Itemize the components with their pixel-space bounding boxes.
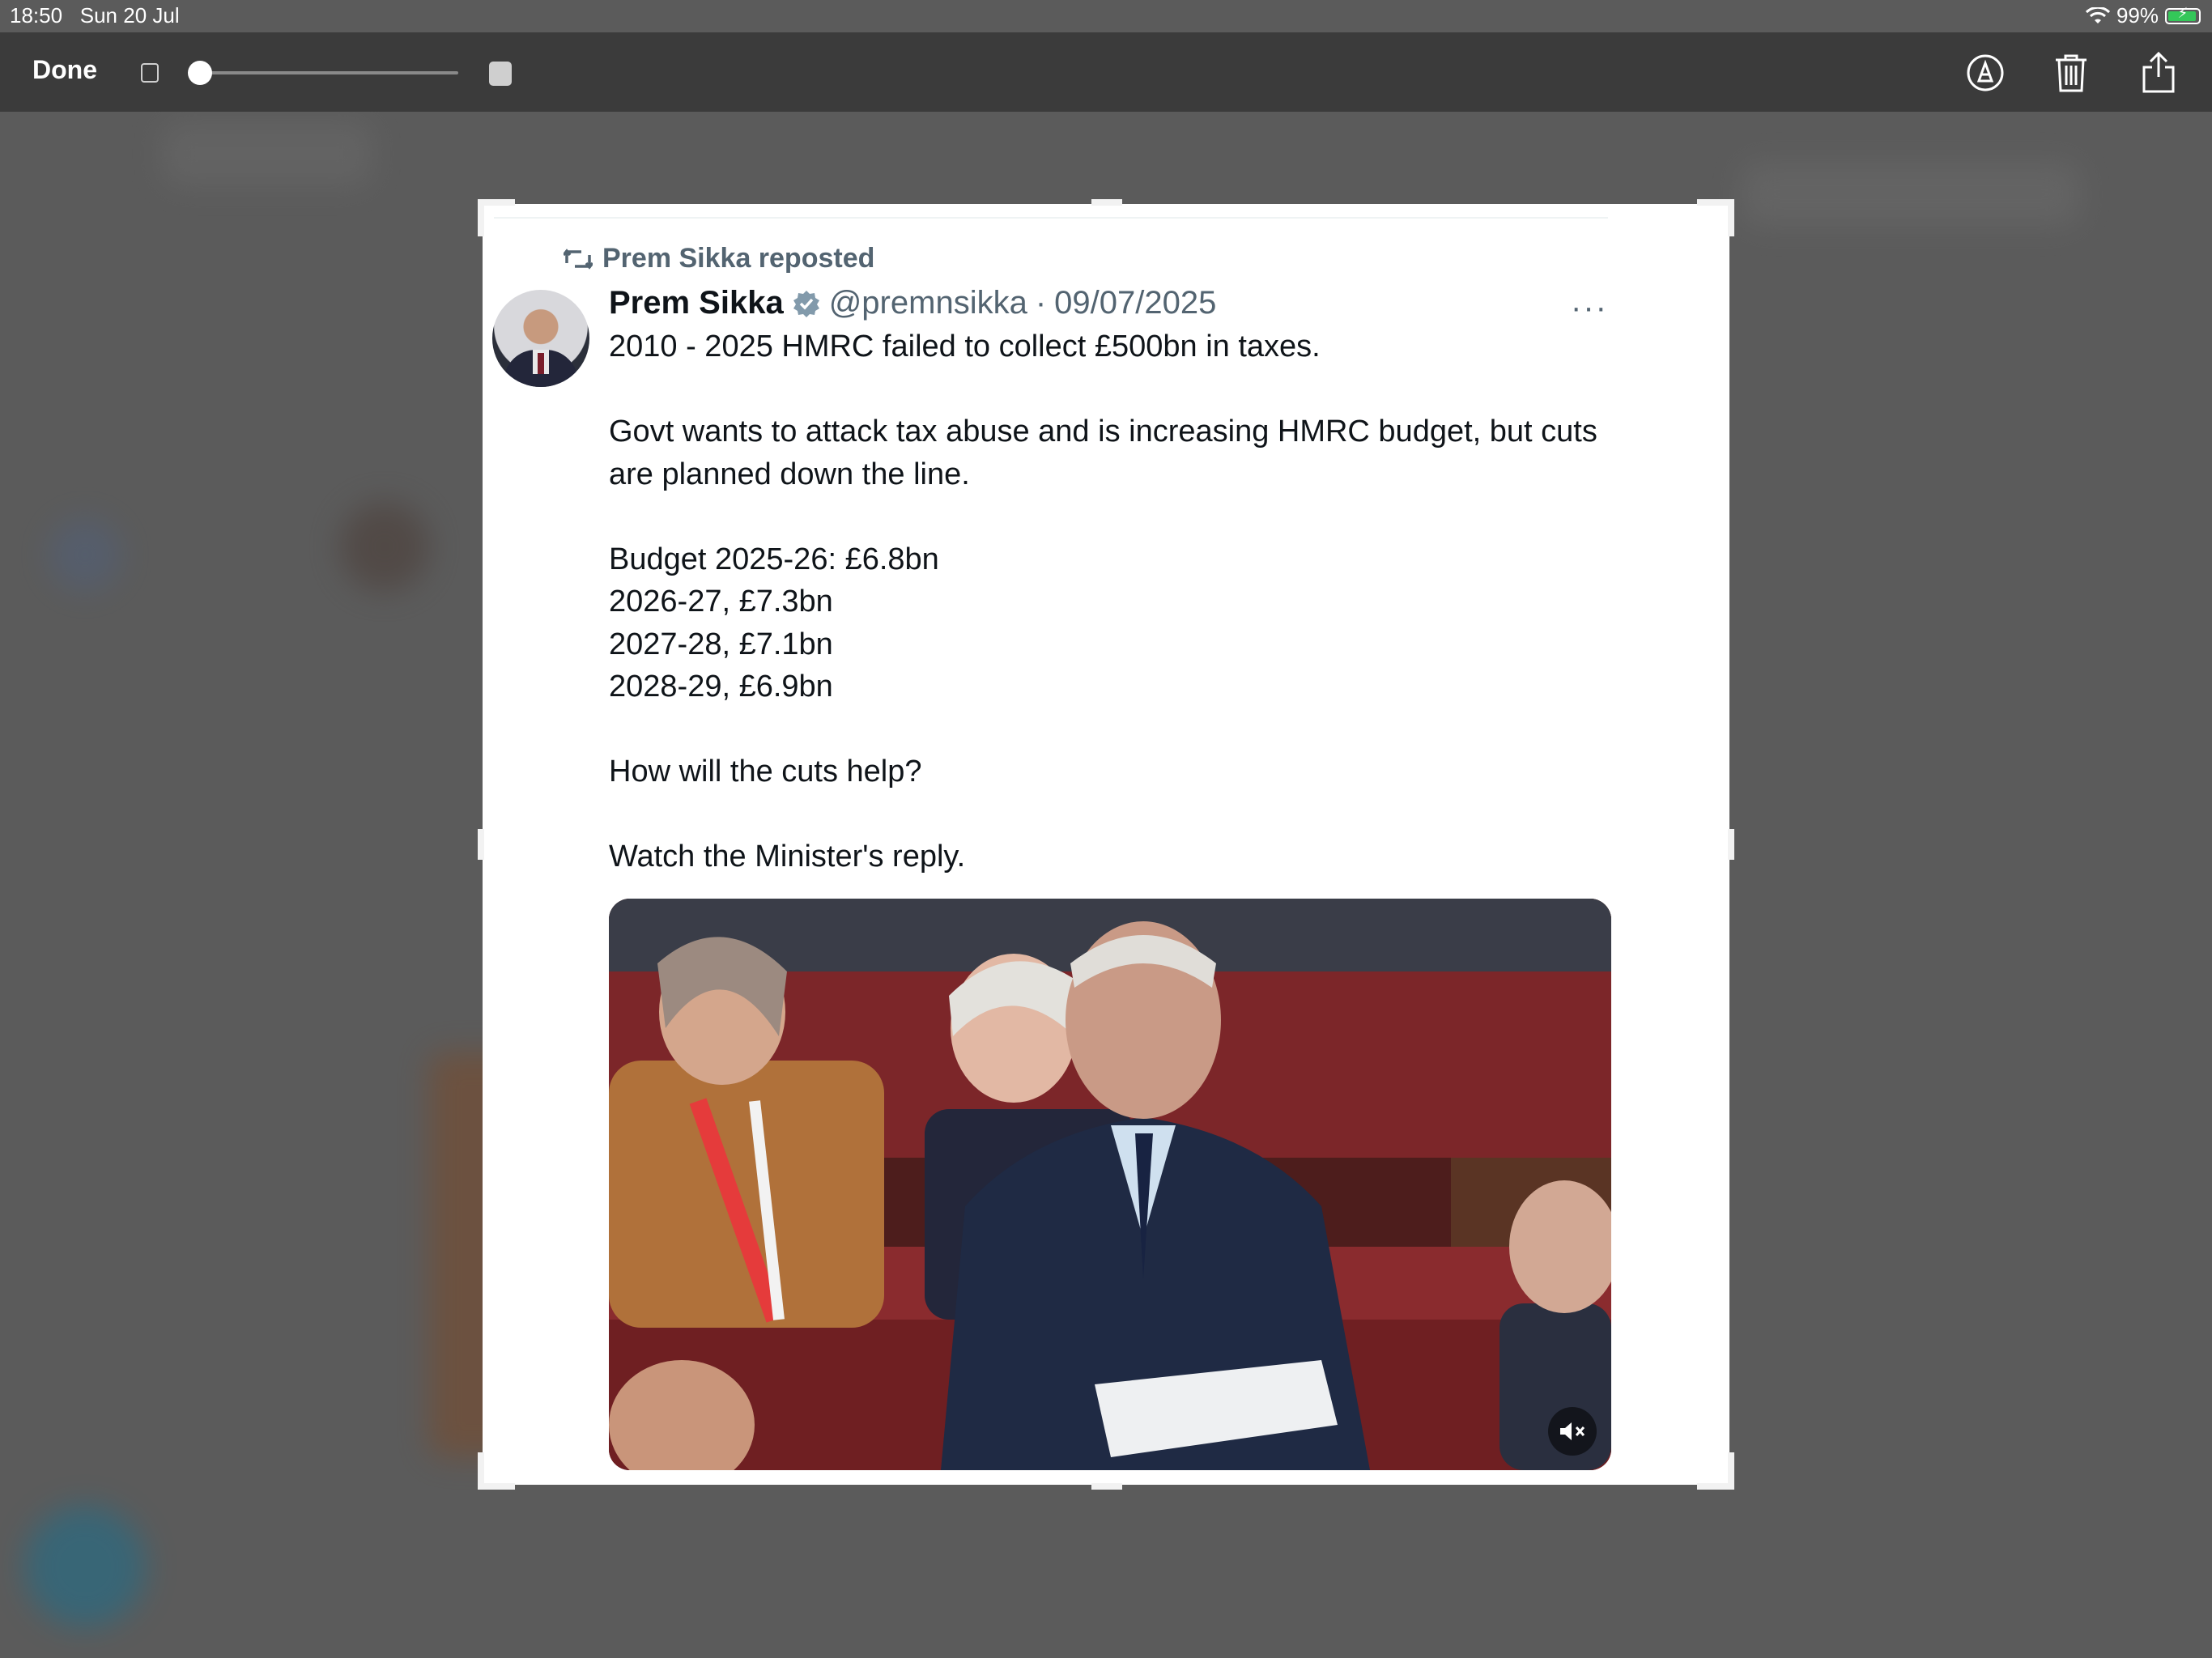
status-clock: 18:50 [10, 3, 63, 28]
opacity-slider-track[interactable] [201, 71, 458, 74]
battery-percent: 99% [2116, 3, 2159, 28]
tweet: Prem Sikka reposted Prem Sikka @premnsik… [483, 204, 1729, 1485]
done-button[interactable]: Done [32, 55, 97, 85]
status-bar: 18:50 Sun 20 Jul 99% ⚡ [0, 0, 2212, 32]
status-time: 18:50 Sun 20 Jul [10, 3, 180, 28]
tweet-date[interactable]: 09/07/2025 [1054, 285, 1216, 321]
markup-pen-icon [1967, 54, 2004, 91]
wifi-icon [2085, 6, 2110, 23]
blurred-avatar [340, 502, 429, 591]
verified-badge-icon [793, 290, 819, 317]
share-icon [2142, 51, 2175, 93]
divider [494, 217, 1608, 219]
video-frame [609, 899, 1611, 1470]
blurred-block [1741, 162, 2081, 227]
more-options-icon[interactable]: ··· [1571, 290, 1608, 326]
author-handle[interactable]: @premnsikka [829, 285, 1027, 321]
status-indicators: 99% ⚡ [2085, 3, 2201, 28]
screenshot-crop-area[interactable]: Prem Sikka reposted Prem Sikka @premnsik… [478, 199, 1734, 1490]
blurred-avatar [49, 518, 121, 591]
tweet-header: Prem Sikka @premnsikka · 09/07/2025 [609, 285, 1216, 321]
repost-label[interactable]: Prem Sikka reposted [602, 243, 874, 274]
author-name[interactable]: Prem Sikka [609, 285, 784, 321]
separator-dot: · [1035, 285, 1047, 321]
battery-icon: ⚡ [2165, 4, 2201, 24]
speaker-muted-icon [1560, 1422, 1585, 1440]
opacity-max-icon [489, 62, 512, 86]
repost-icon [564, 248, 593, 270]
charging-bolt-icon: ⚡ [2177, 4, 2189, 21]
opacity-slider-knob[interactable] [188, 61, 212, 85]
tweet-video[interactable] [609, 899, 1611, 1470]
opacity-min-icon [141, 63, 159, 83]
status-date: Sun 20 Jul [79, 3, 180, 28]
repost-indicator: Prem Sikka reposted [564, 243, 874, 274]
trash-icon [2056, 54, 2087, 92]
mute-button[interactable] [1548, 1407, 1597, 1456]
delete-button[interactable] [2048, 50, 2094, 96]
markup-button[interactable] [1963, 50, 2008, 96]
screenshot-editor-toolbar: Done [0, 32, 2212, 112]
share-button[interactable] [2136, 50, 2181, 96]
blurred-block [162, 121, 372, 186]
blurred-fab [24, 1506, 146, 1627]
avatar-tie [538, 353, 544, 374]
tweet-text: 2010 - 2025 HMRC failed to collect £500b… [609, 329, 1597, 874]
avatar[interactable] [492, 290, 589, 387]
